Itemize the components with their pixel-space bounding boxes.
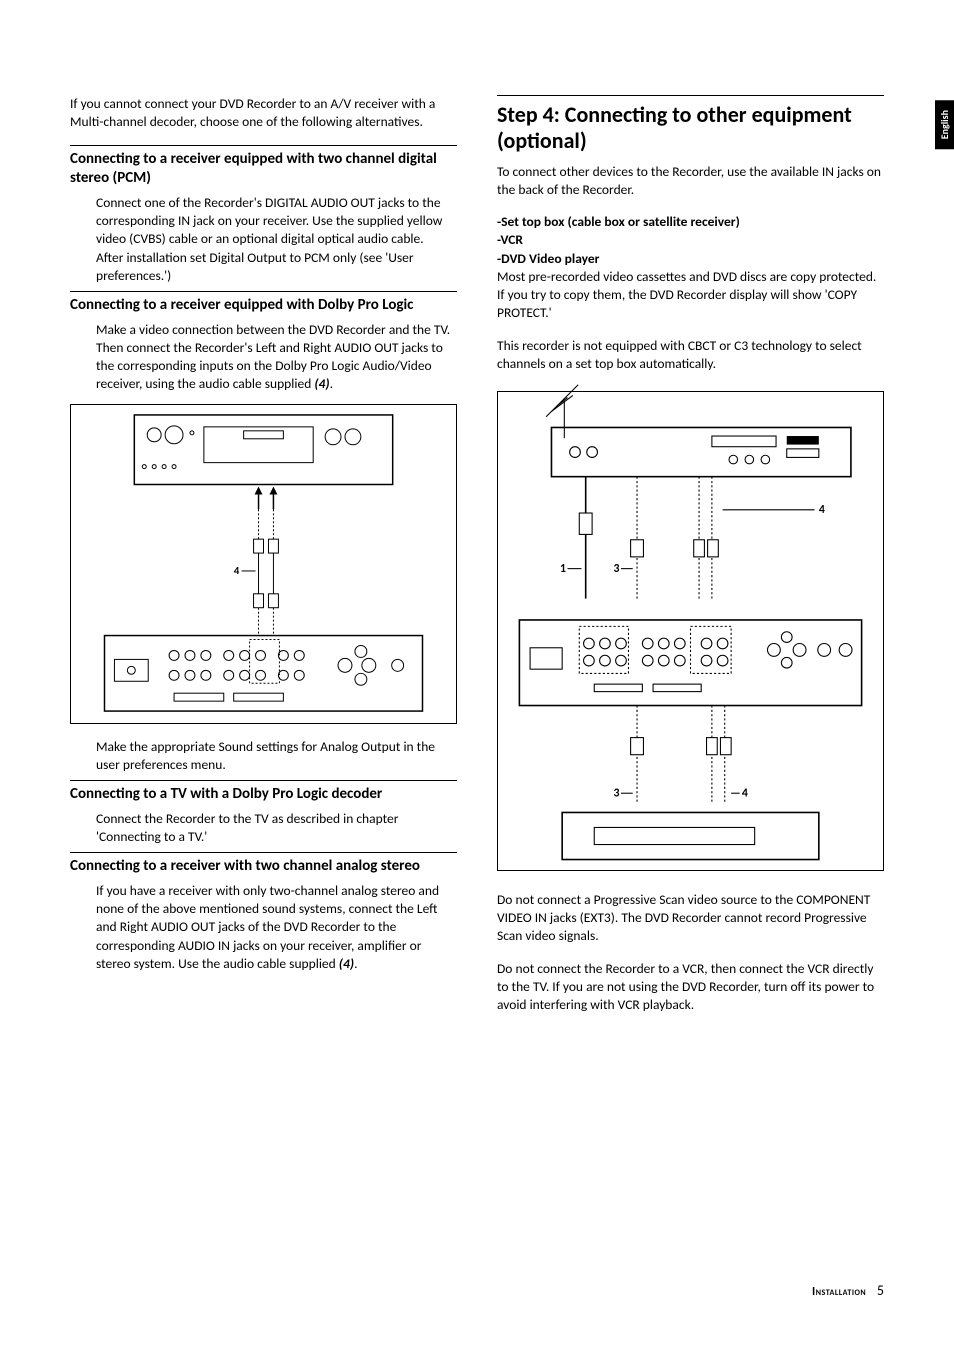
svg-text:4: 4 (742, 787, 748, 801)
dolby-after-diagram: Make the appropriate Sound settings for … (70, 738, 457, 774)
cbct-paragraph: This recorder is not equipped with CBCT … (497, 337, 884, 373)
progressive-scan-warning: Do not connect a Progressive Scan video … (497, 891, 884, 946)
left-column: If you cannot connect your DVD Recorder … (70, 95, 457, 1028)
dolby-p3: Make the appropriate Sound settings for … (96, 738, 457, 774)
list-dvd: -DVD Video player (497, 250, 599, 267)
svg-text:3: 3 (614, 562, 620, 576)
connection-diagram-prologic: 4 (70, 404, 457, 724)
list-vcr: -VCR (497, 231, 523, 248)
intro-paragraph: If you cannot connect your DVD Recorder … (70, 95, 457, 131)
section-analog-body: If you have a receiver with only two-cha… (70, 882, 457, 973)
divider (70, 291, 457, 292)
section-pcm-title: Connecting to a receiver equipped with t… (70, 150, 457, 188)
vcr-warning: Do not connect the Recorder to a VCR, th… (497, 960, 884, 1015)
analog-p1: If you have a receiver with only two-cha… (96, 882, 457, 973)
section-dolby-title: Connecting to a receiver equipped with D… (70, 296, 457, 315)
dolby-p2-ref: (4) (314, 375, 329, 392)
language-tab: English (935, 100, 954, 149)
step-title: Step 4: Connecting to other equipment (o… (497, 102, 884, 155)
copy-protect-paragraph: Most pre-recorded video cassettes and DV… (497, 268, 884, 323)
step-rule (497, 95, 884, 96)
diagram-label-4: 4 (234, 564, 240, 577)
page-footer: Installation 5 (812, 1282, 884, 1299)
section-tv-dolby-title: Connecting to a TV with a Dolby Pro Logi… (70, 785, 457, 804)
analog-p1-ref: (4) (339, 955, 354, 972)
svg-text:1: 1 (560, 562, 566, 576)
section-analog-title: Connecting to a receiver with two channe… (70, 857, 457, 876)
section-tv-dolby-body: Connect the Recorder to the TV as descri… (70, 810, 457, 846)
footer-page-number: 5 (877, 1282, 884, 1299)
pcm-p1: Connect one of the Recorder's DIGITAL AU… (96, 194, 457, 249)
divider (70, 852, 457, 853)
dolby-p1: Make a video connection between the DVD … (96, 321, 457, 339)
analog-p1c: . (354, 955, 357, 972)
svg-text:4: 4 (819, 503, 825, 517)
dolby-p2: Then connect the Recorder's Left and Rig… (96, 339, 457, 394)
footer-section: Installation (812, 1285, 866, 1299)
analog-p1a: If you have a receiver with only two-cha… (96, 882, 439, 972)
page-content: If you cannot connect your DVD Recorder … (70, 95, 884, 1028)
tvdolby-p1: Connect the Recorder to the TV as descri… (96, 810, 457, 846)
divider (70, 780, 457, 781)
pcm-p2: After installation set Digital Output to… (96, 249, 457, 285)
list-settop: -Set top box (cable box or satellite rec… (497, 213, 740, 230)
connection-diagram-other-equipment: 1 3 4 (497, 391, 884, 871)
device-list: -Set top box (cable box or satellite rec… (497, 213, 884, 268)
dolby-p2c: . (330, 375, 333, 392)
divider (70, 145, 457, 146)
svg-text:3: 3 (614, 787, 620, 801)
right-column: Step 4: Connecting to other equipment (o… (497, 95, 884, 1028)
section-dolby-body: Make a video connection between the DVD … (70, 321, 457, 394)
section-pcm-body: Connect one of the Recorder's DIGITAL AU… (70, 194, 457, 285)
step-p1: To connect other devices to the Recorder… (497, 163, 884, 199)
dolby-p2a: Then connect the Recorder's Left and Rig… (96, 339, 443, 392)
